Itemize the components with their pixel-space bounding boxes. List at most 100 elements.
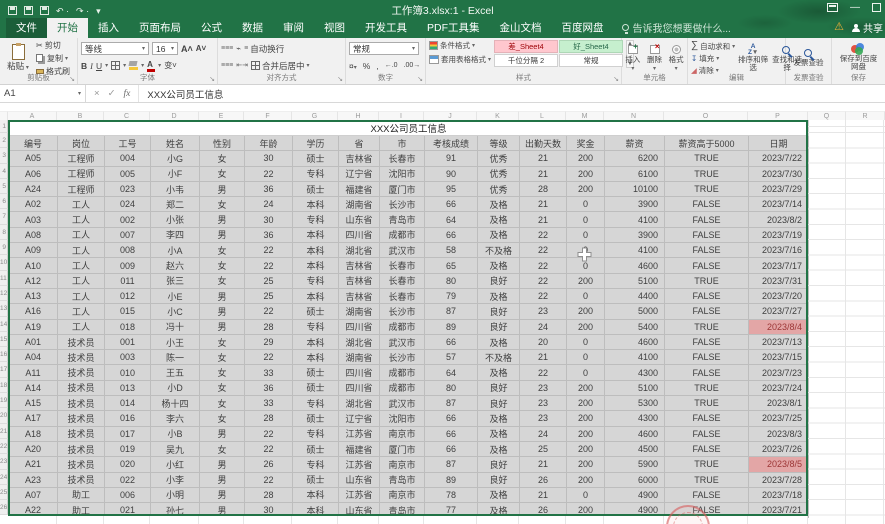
- wrap-text-button[interactable]: ≡ 自动换行: [244, 43, 284, 55]
- cell[interactable]: 女: [199, 364, 245, 381]
- cell[interactable]: 工人: [57, 226, 105, 244]
- cell[interactable]: 23: [519, 410, 567, 427]
- cell[interactable]: 25: [244, 272, 293, 289]
- cell[interactable]: FALSE: [664, 196, 749, 213]
- cell[interactable]: 小王: [150, 333, 200, 351]
- row-header-9[interactable]: 9: [0, 240, 8, 256]
- cell[interactable]: 技术员: [57, 333, 105, 351]
- cell[interactable]: 014: [104, 395, 151, 412]
- row-header-5[interactable]: 5: [0, 178, 8, 195]
- cell-style-comma[interactable]: 千位分隔 2: [494, 54, 559, 67]
- cell[interactable]: 男: [199, 180, 245, 198]
- insert-cells-button[interactable]: 插入▾: [625, 41, 641, 75]
- cell[interactable]: 22: [244, 471, 293, 488]
- underline-caret[interactable]: ▾: [105, 62, 108, 69]
- cell[interactable]: 2023/8/1: [748, 395, 809, 412]
- cell[interactable]: 技术员: [57, 456, 105, 473]
- delete-cells-button[interactable]: 删除▾: [647, 41, 663, 75]
- cell[interactable]: 95: [424, 180, 478, 198]
- cell[interactable]: A17: [8, 410, 58, 427]
- tab-开始[interactable]: 开始: [47, 18, 88, 38]
- cell[interactable]: FALSE: [664, 440, 749, 458]
- col-header-H[interactable]: H: [338, 111, 379, 120]
- cell[interactable]: 20: [519, 333, 567, 351]
- cell[interactable]: 66: [424, 440, 478, 458]
- cell[interactable]: 长春市: [379, 287, 425, 305]
- cell[interactable]: 200: [566, 150, 605, 167]
- header-cell[interactable]: 省: [338, 134, 380, 152]
- cell[interactable]: 23: [519, 395, 567, 412]
- cell[interactable]: 21: [519, 456, 567, 473]
- cell[interactable]: 及格: [477, 211, 520, 228]
- cell[interactable]: 小D: [150, 379, 200, 397]
- bold-button[interactable]: B: [81, 61, 87, 71]
- cell[interactable]: 技术员: [57, 425, 105, 442]
- col-header-K[interactable]: K: [477, 111, 519, 120]
- cell[interactable]: 22: [244, 165, 293, 182]
- cell[interactable]: 22: [244, 440, 293, 458]
- cell[interactable]: FALSE: [664, 364, 749, 381]
- cell[interactable]: TRUE: [664, 318, 749, 335]
- cell[interactable]: A23: [8, 471, 58, 488]
- cell[interactable]: 5400: [604, 318, 665, 335]
- percent-style-icon[interactable]: %: [363, 61, 371, 71]
- cell[interactable]: TRUE: [664, 150, 749, 167]
- cell[interactable]: 018: [104, 318, 151, 335]
- cell[interactable]: A06: [8, 165, 58, 182]
- increase-decimal-icon[interactable]: ←.0: [385, 62, 398, 69]
- tell-me-box[interactable]: 告诉我您想要做什么...: [614, 20, 739, 38]
- cell[interactable]: 2023/7/13: [748, 333, 809, 351]
- row-header-19[interactable]: 19: [0, 393, 8, 409]
- col-header-P[interactable]: P: [748, 111, 808, 120]
- cell[interactable]: 2023/7/30: [748, 165, 809, 182]
- cell[interactable]: 2023/7/27: [748, 303, 809, 320]
- cell[interactable]: 4100: [604, 349, 665, 366]
- cell[interactable]: 硕士: [292, 364, 339, 381]
- cell[interactable]: 吉林省: [338, 287, 380, 305]
- cell[interactable]: A18: [8, 425, 58, 442]
- header-corner[interactable]: [0, 111, 8, 120]
- col-header-A[interactable]: A: [8, 111, 57, 120]
- cell[interactable]: 良好: [477, 379, 520, 397]
- cell[interactable]: 2023/7/17: [748, 257, 809, 274]
- cell[interactable]: 0: [566, 287, 605, 305]
- cell[interactable]: 技术员: [57, 349, 105, 366]
- cell[interactable]: 女: [199, 333, 245, 351]
- cell[interactable]: TRUE: [664, 379, 749, 397]
- cell[interactable]: 001: [104, 333, 151, 351]
- cell[interactable]: 22: [244, 257, 293, 274]
- cell[interactable]: 湖南省: [338, 196, 380, 213]
- cell[interactable]: 四川省: [338, 364, 380, 381]
- cell[interactable]: 4900: [604, 486, 665, 504]
- cell[interactable]: 22: [244, 303, 293, 320]
- cell[interactable]: 64: [424, 211, 478, 228]
- cell[interactable]: 019: [104, 440, 151, 458]
- invoice-check-button[interactable]: 发票查验: [789, 40, 828, 74]
- cell[interactable]: 008: [104, 242, 151, 259]
- tab-文件[interactable]: 文件: [6, 18, 47, 38]
- cell[interactable]: 200: [566, 379, 605, 397]
- number-dialog-launcher-icon[interactable]: ↘: [417, 75, 423, 83]
- cell[interactable]: A14: [8, 379, 58, 397]
- cell[interactable]: 女: [199, 242, 245, 259]
- cell[interactable]: 200: [566, 165, 605, 182]
- cell[interactable]: 2023/7/15: [748, 349, 809, 366]
- cell[interactable]: 吴九: [150, 440, 200, 458]
- cell[interactable]: 良好: [477, 272, 520, 289]
- cell[interactable]: 长沙市: [379, 303, 425, 320]
- cell[interactable]: 003: [104, 349, 151, 366]
- cell[interactable]: 工人: [57, 257, 105, 274]
- header-cell[interactable]: 岗位: [57, 134, 105, 152]
- cell[interactable]: 91: [424, 150, 478, 167]
- cell[interactable]: 湖北省: [338, 333, 380, 351]
- cell[interactable]: 南京市: [379, 425, 425, 442]
- cell[interactable]: 2023/8/5: [748, 456, 809, 473]
- cell[interactable]: 工人: [57, 211, 105, 228]
- tab-插入[interactable]: 插入: [88, 18, 129, 38]
- cell[interactable]: 22: [244, 349, 293, 366]
- cell[interactable]: 78: [424, 486, 478, 504]
- row-header-17[interactable]: 17: [0, 362, 8, 378]
- cell[interactable]: 66: [424, 196, 478, 213]
- tab-金山文档[interactable]: 金山文档: [490, 18, 552, 38]
- cell[interactable]: 专科: [292, 425, 339, 442]
